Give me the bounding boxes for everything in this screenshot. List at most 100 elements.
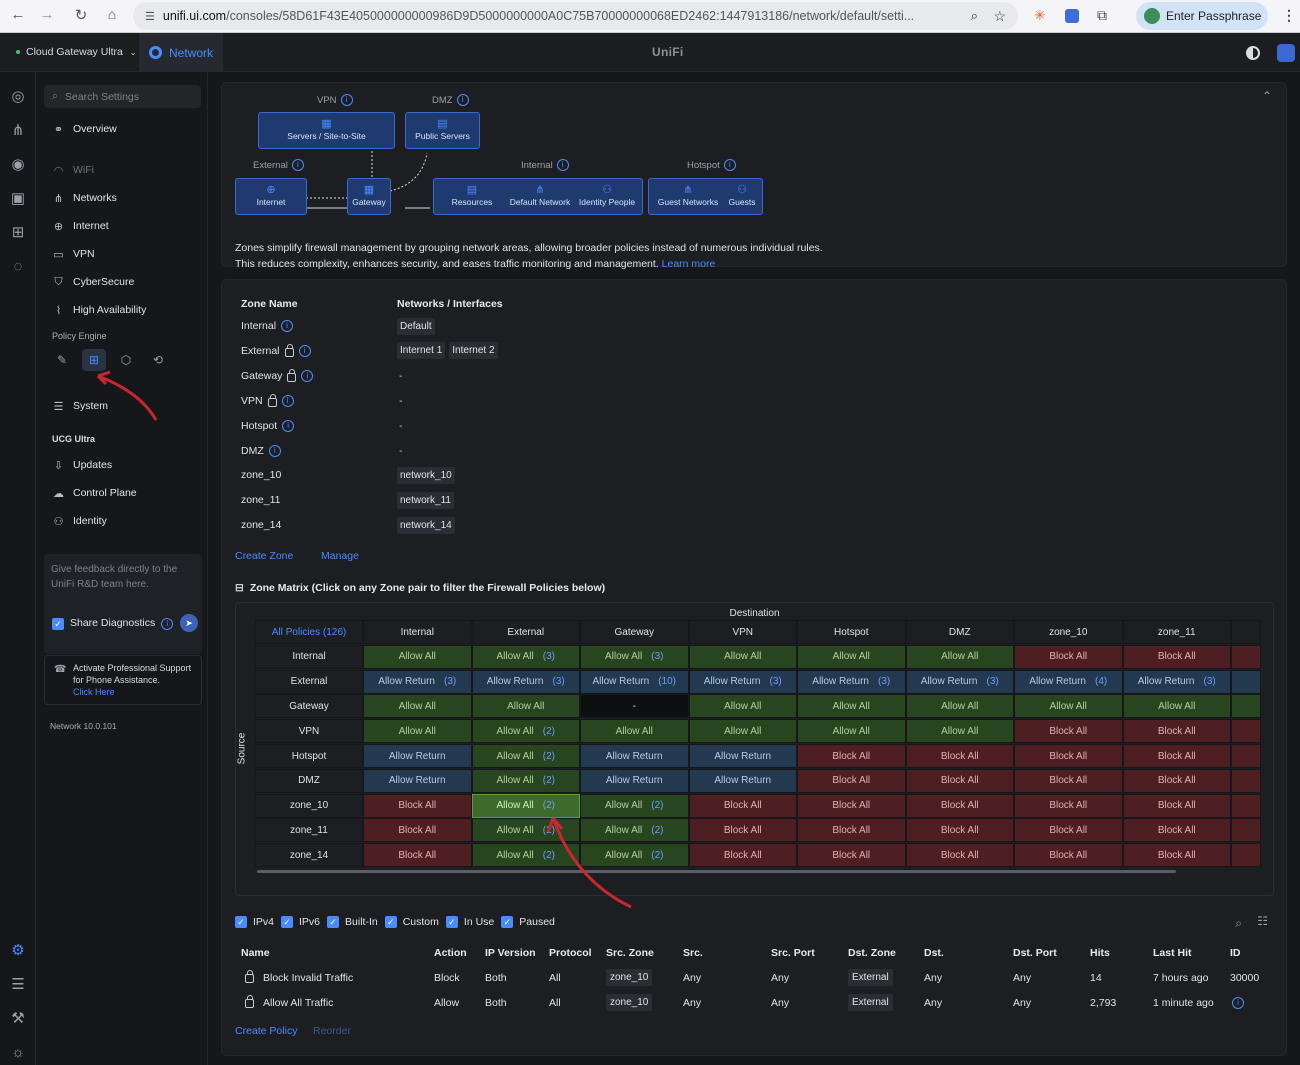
sidebar-item-control-plane[interactable]: ☁ Control Plane: [52, 484, 137, 502]
matrix-column-header[interactable]: External: [471, 620, 580, 644]
address-bar[interactable]: ☰ unifi.ui.com/consoles/58D61F43E4050000…: [133, 2, 1018, 30]
apps-icon[interactable]: ⊞: [9, 224, 27, 242]
matrix-cell[interactable]: Allow All (2): [471, 768, 580, 793]
matrix-cell[interactable]: Allow All: [363, 719, 472, 744]
matrix-cell[interactable]: Allow Return: [688, 768, 797, 793]
filter-settings-icon[interactable]: ☷: [1257, 914, 1268, 928]
policy-column-header[interactable]: IP Version: [485, 947, 536, 959]
matrix-column-header[interactable]: Hotspot: [797, 620, 906, 644]
matrix-cell[interactable]: Block All: [1122, 793, 1231, 818]
zone-row[interactable]: Internal i: [241, 316, 294, 336]
topology-icon[interactable]: ⋔: [9, 122, 27, 140]
info-icon[interactable]: i: [281, 320, 294, 332]
matrix-column-header[interactable]: Gateway: [580, 620, 689, 644]
matrix-cell[interactable]: Block All: [1122, 719, 1231, 744]
matrix-cell[interactable]: Block All: [1014, 768, 1123, 793]
filter-checkbox[interactable]: ✓: [281, 916, 294, 928]
policy-column-header[interactable]: Src. Zone: [606, 947, 654, 959]
info-icon[interactable]: i: [456, 94, 469, 106]
matrix-cell[interactable]: Block All: [688, 818, 797, 843]
create-policy-button[interactable]: Create Policy: [235, 1025, 297, 1037]
matrix-cell[interactable]: Allow Return (3): [471, 669, 580, 694]
notifications-icon[interactable]: [1277, 44, 1295, 62]
passphrase-button[interactable]: Enter Passphrase: [1136, 2, 1268, 30]
matrix-row-header[interactable]: DMZ: [255, 768, 363, 793]
manage-zones-button[interactable]: Manage: [321, 550, 359, 562]
matrix-cell[interactable]: Allow All: [1122, 694, 1231, 719]
matrix-cell[interactable]: Allow All: [471, 694, 580, 719]
info-icon[interactable]: i: [281, 394, 294, 407]
policy-name[interactable]: Allow All Traffic: [263, 997, 333, 1009]
learn-more-link[interactable]: Learn more: [662, 258, 716, 270]
matrix-column-header[interactable]: DMZ: [905, 620, 1014, 644]
policy-column-header[interactable]: Last Hit: [1153, 947, 1192, 959]
filter-ipv4[interactable]: ✓ IPv4: [235, 916, 274, 928]
matrix-column-header[interactable]: VPN: [688, 620, 797, 644]
matrix-horizontal-scrollbar[interactable]: [257, 870, 1176, 873]
filter-in-use[interactable]: ✓ In Use: [445, 916, 494, 928]
matrix-cell[interactable]: Allow All (2): [471, 793, 580, 818]
all-policies-link[interactable]: All Policies (126): [255, 620, 363, 644]
matrix-cell[interactable]: Allow All: [688, 719, 797, 744]
zone-row[interactable]: Hotspot i: [241, 416, 295, 436]
matrix-cell[interactable]: Block All: [1122, 644, 1231, 669]
settings-gear-icon[interactable]: ⚙: [9, 942, 27, 960]
browser-menu-icon[interactable]: ⋮: [1282, 7, 1296, 24]
matrix-cell[interactable]: Block All: [905, 768, 1014, 793]
matrix-cell[interactable]: Allow All: [905, 644, 1014, 669]
matrix-cell[interactable]: Block All: [363, 843, 472, 868]
matrix-cell[interactable]: Allow All (2): [580, 818, 689, 843]
alerts-icon[interactable]: ☼: [9, 1044, 27, 1062]
matrix-cell[interactable]: Block All: [688, 843, 797, 868]
sidebar-item-high-availability[interactable]: ⌇ High Availability: [52, 301, 147, 319]
matrix-cell[interactable]: Allow All (3): [471, 644, 580, 669]
matrix-row-header[interactable]: zone_10: [255, 793, 363, 818]
matrix-cell[interactable]: Block All: [905, 744, 1014, 768]
filter-checkbox[interactable]: ✓: [327, 916, 340, 928]
matrix-row-header[interactable]: VPN: [255, 719, 363, 744]
matrix-cell[interactable]: Allow All (2): [580, 843, 689, 868]
sidebar-item-overview[interactable]: ⚭ Overview: [52, 120, 117, 138]
filter-paused[interactable]: ✓ Paused: [501, 916, 555, 928]
matrix-cell[interactable]: Block All: [797, 843, 906, 868]
matrix-cell[interactable]: Allow Return (3): [905, 669, 1014, 694]
matrix-cell[interactable]: Allow Return: [580, 768, 689, 793]
matrix-cell[interactable]: Block All: [797, 793, 906, 818]
dashboard-icon[interactable]: ◎: [9, 88, 27, 106]
matrix-cell[interactable]: Allow All: [580, 719, 689, 744]
matrix-cell[interactable]: Allow All (2): [471, 843, 580, 868]
matrix-cell[interactable]: Block All: [1014, 719, 1123, 744]
matrix-cell[interactable]: Block All: [905, 843, 1014, 868]
back-icon[interactable]: ←: [7, 6, 29, 23]
matrix-cell[interactable]: Allow Return (4): [1014, 669, 1123, 694]
policy-edit-icon[interactable]: ✎: [50, 349, 74, 371]
matrix-cell[interactable]: Block All: [1014, 818, 1123, 843]
matrix-cell[interactable]: Allow All: [363, 644, 472, 669]
sidebar-item-identity[interactable]: ⚇ Identity: [52, 512, 107, 530]
matrix-cell[interactable]: -: [580, 694, 689, 719]
policy-column-header[interactable]: Name: [241, 947, 270, 959]
matrix-cell[interactable]: Block All: [363, 818, 472, 843]
matrix-cell[interactable]: Allow All (2): [471, 719, 580, 744]
matrix-cell[interactable]: Allow All: [797, 644, 906, 669]
policy-column-header[interactable]: Hits: [1090, 947, 1110, 959]
matrix-cell[interactable]: Block All: [797, 744, 906, 768]
matrix-row-header[interactable]: zone_14: [255, 843, 363, 868]
matrix-row-header[interactable]: Gateway: [255, 694, 363, 719]
matrix-column-header[interactable]: zone_10: [1014, 620, 1123, 644]
matrix-cell[interactable]: Allow All (2): [471, 818, 580, 843]
zoom-icon[interactable]: ⌕: [971, 8, 978, 24]
zone-row[interactable]: zone_11: [241, 490, 281, 510]
send-feedback-button[interactable]: ➤: [180, 614, 198, 632]
site-info-icon[interactable]: ☰: [145, 10, 155, 23]
matrix-cell[interactable]: Allow All (2): [471, 744, 580, 768]
matrix-cell[interactable]: Block All: [1122, 843, 1231, 868]
filter-custom[interactable]: ✓ Custom: [384, 916, 439, 928]
matrix-cell[interactable]: Allow Return (3): [688, 669, 797, 694]
matrix-cell[interactable]: Block All: [797, 818, 906, 843]
zones-grid-icon[interactable]: ⊞: [82, 349, 106, 371]
home-icon[interactable]: ⌂: [101, 6, 123, 22]
tools-icon[interactable]: ⚒: [9, 1010, 27, 1028]
reorder-button[interactable]: Reorder: [313, 1025, 351, 1037]
filter-checkbox[interactable]: ✓: [384, 916, 397, 928]
